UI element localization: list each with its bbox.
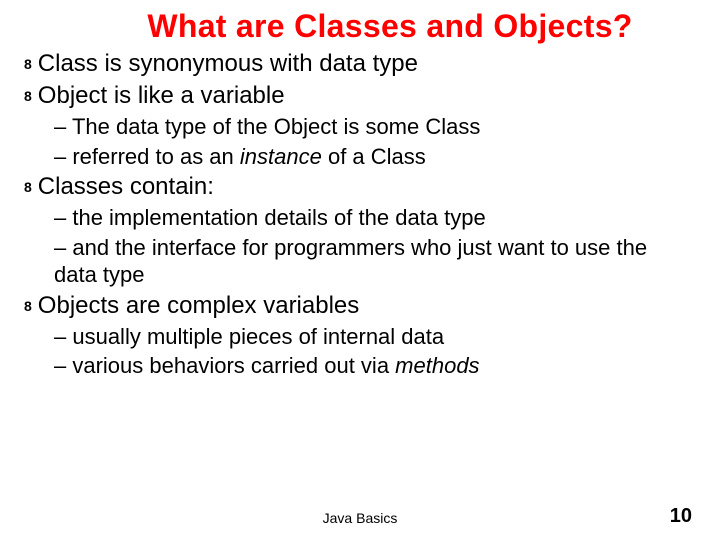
sub-bullet: – and the interface for programmers who … [24, 234, 696, 289]
sub-bullet: – various behaviors carried out via meth… [24, 352, 696, 380]
bullet-item: 8 Object is like a variable [24, 81, 696, 111]
sub-text-italic: instance [240, 144, 322, 169]
sub-bullet: – the implementation details of the data… [24, 204, 696, 232]
bullet-text: Object is like a variable [38, 81, 285, 111]
bullet-marker-icon: 8 [24, 298, 32, 316]
bullet-text: Objects are complex variables [38, 291, 359, 321]
bullet-marker-icon: 8 [24, 88, 32, 106]
sub-text: of a Class [322, 144, 426, 169]
bullet-item: 8 Classes contain: [24, 172, 696, 202]
sub-bullet: – referred to as an instance of a Class [24, 143, 696, 171]
bullet-item: 8 Objects are complex variables [24, 291, 696, 321]
sub-text: – various behaviors carried out via [54, 353, 395, 378]
sub-bullet: – usually multiple pieces of internal da… [24, 323, 696, 351]
sub-text-italic: methods [395, 353, 479, 378]
bullet-marker-icon: 8 [24, 179, 32, 197]
sub-bullet: – The data type of the Object is some Cl… [24, 113, 696, 141]
bullet-text: Classes contain: [38, 172, 214, 202]
bullet-marker-icon: 8 [24, 56, 32, 74]
sub-text: – referred to as an [54, 144, 240, 169]
bullet-item: 8 Class is synonymous with data type [24, 49, 696, 79]
footer-label: Java Basics [0, 510, 720, 526]
page-number: 10 [670, 505, 692, 528]
slide-body: 8 Class is synonymous with data type 8 O… [0, 49, 720, 380]
slide-title: What are Classes and Objects? [0, 0, 720, 49]
bullet-text: Class is synonymous with data type [38, 49, 418, 79]
